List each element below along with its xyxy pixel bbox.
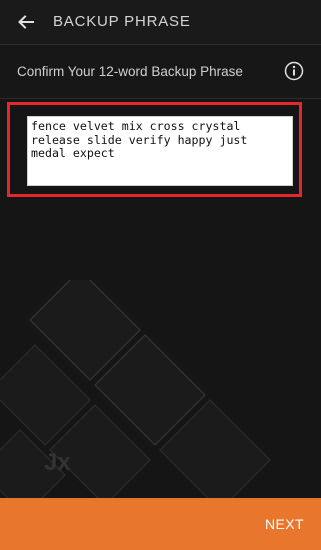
logo-watermark: Jx: [44, 449, 71, 476]
next-button[interactable]: NEXT: [0, 498, 321, 550]
subheader-divider: [0, 98, 321, 99]
backup-phrase-input[interactable]: fence velvet mix cross crystal release s…: [27, 116, 293, 186]
back-button[interactable]: [14, 10, 38, 34]
instruction-label: Confirm Your 12-word Backup Phrase: [17, 64, 243, 79]
page-title: BACKUP PHRASE: [53, 13, 191, 30]
info-button[interactable]: [284, 61, 304, 81]
diamond-pattern: [0, 280, 272, 498]
subheader: Confirm Your 12-word Backup Phrase: [0, 45, 321, 98]
next-button-label: NEXT: [265, 516, 304, 532]
app-header: BACKUP PHRASE: [0, 0, 321, 44]
background-pattern: Jx: [0, 280, 272, 498]
info-icon: [284, 61, 304, 81]
arrow-left-icon: [18, 15, 34, 29]
